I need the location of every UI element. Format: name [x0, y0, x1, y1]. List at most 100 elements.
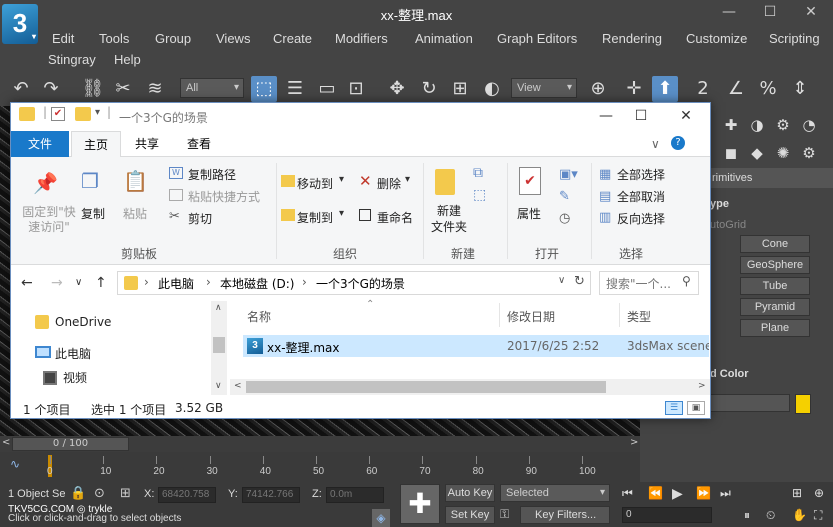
- cut-button[interactable]: 剪切: [188, 210, 212, 227]
- tab-view[interactable]: 查看: [179, 131, 219, 157]
- invert-selection-button[interactable]: 反向选择: [617, 210, 665, 227]
- forward-icon[interactable]: →: [51, 275, 63, 291]
- isolate-icon[interactable]: ⊙: [94, 486, 105, 501]
- selection-filter-dropdown[interactable]: All: [180, 78, 244, 98]
- current-frame-field[interactable]: 0: [622, 507, 712, 523]
- object-type-rollout[interactable]: ype: [710, 198, 729, 210]
- copy-path-button[interactable]: 复制路径: [188, 166, 236, 183]
- nav-this-pc[interactable]: 此电脑: [55, 345, 91, 362]
- move-icon[interactable]: ✥: [384, 76, 410, 102]
- set-key-button[interactable]: Set Key: [445, 506, 495, 524]
- time-slider-right-arrow[interactable]: >: [630, 437, 638, 448]
- refresh-icon[interactable]: ↻: [574, 274, 585, 289]
- ribbon-expand-icon[interactable]: ∨: [651, 137, 660, 151]
- key-filters-button[interactable]: Key Filters...: [520, 506, 610, 524]
- snaps-toggle-icon[interactable]: 2: [690, 76, 716, 102]
- paste-shortcut-button[interactable]: 粘贴快捷方式: [188, 188, 260, 205]
- time-slider-thumb[interactable]: 0 / 100: [12, 437, 129, 451]
- search-input[interactable]: 搜索"一个...: [606, 275, 671, 292]
- qat-customize-icon[interactable]: ▾: [95, 107, 100, 118]
- search-box[interactable]: 搜索"一个... ⚲: [599, 271, 699, 295]
- placement-icon[interactable]: ◐: [479, 76, 505, 102]
- menu-tools[interactable]: Tools: [99, 31, 129, 46]
- motion-tab-icon[interactable]: ◔: [798, 114, 820, 136]
- tab-share[interactable]: 共享: [127, 131, 167, 157]
- move-to-dropdown-icon[interactable]: ▾: [339, 174, 344, 185]
- pan-view-icon[interactable]: ✋: [792, 508, 807, 522]
- select-none-button[interactable]: 全部取消: [617, 188, 665, 205]
- recent-locations-icon[interactable]: ∨: [75, 277, 82, 288]
- select-by-name-icon[interactable]: ☰: [282, 76, 308, 102]
- lights-icon[interactable]: ✺: [772, 142, 794, 164]
- edit-icon[interactable]: ✎: [559, 189, 570, 204]
- properties-qat-icon[interactable]: ✔: [51, 107, 65, 121]
- search-icon[interactable]: ⚲: [682, 274, 691, 288]
- scroll-up-icon[interactable]: ∧: [215, 303, 222, 313]
- column-divider[interactable]: [619, 303, 620, 327]
- crumb-separator[interactable]: ›: [302, 275, 307, 289]
- copy-to-dropdown-icon[interactable]: ▾: [339, 208, 344, 219]
- key-mode-toggle-icon[interactable]: ⏸: [744, 508, 750, 523]
- spinner-snap-icon[interactable]: ⇕: [787, 76, 813, 102]
- nav-scroll-thumb[interactable]: [213, 337, 225, 353]
- keyboard-shortcut-override-icon[interactable]: ⬆: [652, 76, 678, 102]
- menu-group[interactable]: Group: [155, 31, 191, 46]
- crumb-separator[interactable]: ›: [206, 275, 211, 289]
- new-folder-button[interactable]: 新建 文件夹: [431, 203, 467, 235]
- create-tab-icon[interactable]: ✚: [720, 114, 742, 136]
- crumb-current-folder[interactable]: 一个3个G的场景: [316, 275, 405, 292]
- rename-button[interactable]: 重命名: [377, 209, 413, 226]
- cone-button[interactable]: Cone: [740, 235, 810, 253]
- x-coordinate-field[interactable]: 68420.758: [158, 487, 216, 503]
- menu-modifiers[interactable]: Modifiers: [335, 31, 388, 46]
- go-to-start-icon[interactable]: ⏮: [622, 486, 633, 501]
- open-icon[interactable]: ▣▾: [559, 167, 578, 182]
- plane-button[interactable]: Plane: [740, 319, 810, 337]
- go-to-end-icon[interactable]: ⏭: [720, 486, 731, 501]
- delete-dropdown-icon[interactable]: ▾: [405, 174, 410, 185]
- new-folder-qat-icon[interactable]: [75, 107, 91, 121]
- time-configuration-icon[interactable]: ⏲: [766, 508, 775, 523]
- maximize-viewport-icon[interactable]: ⛶: [814, 508, 822, 523]
- nav-onedrive[interactable]: OneDrive: [55, 315, 111, 329]
- previous-frame-icon[interactable]: ⏪: [648, 486, 663, 500]
- set-key-mode-icon[interactable]: ✚: [400, 484, 440, 524]
- scroll-right-icon[interactable]: >: [698, 381, 706, 391]
- tube-button[interactable]: Tube: [740, 277, 810, 295]
- name-color-rollout[interactable]: d Color: [710, 368, 749, 380]
- scale-icon[interactable]: ⊞: [447, 76, 473, 102]
- cameras-icon[interactable]: ⚙: [798, 142, 820, 164]
- angle-snap-icon[interactable]: ∠: [723, 76, 749, 102]
- play-icon[interactable]: ▶: [672, 486, 683, 502]
- adaptive-degradation-icon[interactable]: ◈: [372, 509, 390, 527]
- menu-help[interactable]: Help: [114, 52, 141, 67]
- rectangular-region-icon[interactable]: ▭: [314, 76, 340, 102]
- nav-videos[interactable]: 视频: [63, 369, 87, 386]
- unlink-icon[interactable]: ✂: [110, 76, 136, 102]
- lock-selection-icon[interactable]: 🔒: [70, 486, 86, 501]
- zoom-extents-icon[interactable]: ⊞: [792, 486, 802, 500]
- object-name-field[interactable]: [710, 394, 790, 412]
- tab-file[interactable]: 文件: [11, 131, 69, 157]
- max-maximize-button[interactable]: ☐: [760, 3, 780, 21]
- menu-create[interactable]: Create: [273, 31, 312, 46]
- address-history-icon[interactable]: ∨: [558, 275, 565, 286]
- hierarchy-tab-icon[interactable]: ⚙: [772, 114, 794, 136]
- pyramid-button[interactable]: Pyramid: [740, 298, 810, 316]
- column-divider[interactable]: [499, 303, 500, 327]
- large-icons-view-icon[interactable]: ▣: [687, 401, 705, 415]
- explorer-maximize-button[interactable]: ☐: [626, 106, 656, 126]
- copy-button[interactable]: 复制: [81, 205, 105, 222]
- shapes-icon[interactable]: ◆: [746, 142, 768, 164]
- link-icon[interactable]: ⛓: [80, 76, 106, 102]
- reference-coordinate-dropdown[interactable]: View: [511, 78, 577, 98]
- auto-key-button[interactable]: Auto Key: [445, 484, 495, 502]
- window-crossing-icon[interactable]: ⊡: [343, 76, 369, 102]
- menu-customize[interactable]: Customize: [686, 31, 747, 46]
- time-slider-left-arrow[interactable]: <: [2, 437, 10, 448]
- explorer-minimize-button[interactable]: —: [591, 106, 621, 126]
- column-type[interactable]: 类型: [627, 308, 651, 325]
- move-to-button[interactable]: 移动到: [297, 175, 333, 192]
- key-icon[interactable]: ⚿: [500, 507, 509, 522]
- delete-button[interactable]: 删除: [377, 175, 401, 192]
